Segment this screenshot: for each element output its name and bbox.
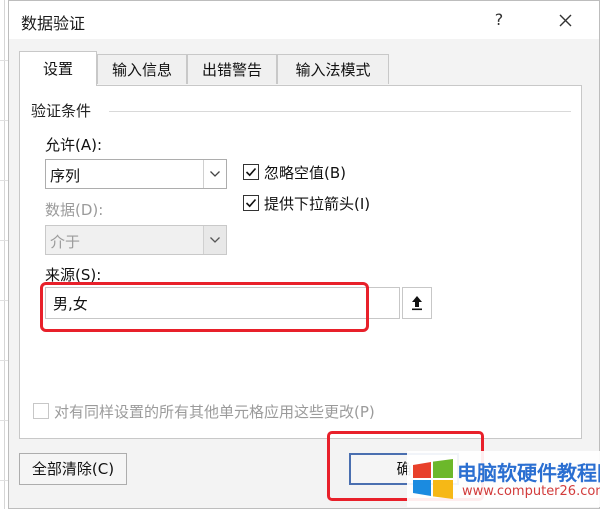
group-divider — [109, 111, 571, 112]
watermark-url: www.computer26.com — [462, 484, 600, 499]
checkbox-box[interactable] — [243, 195, 259, 211]
tab-ime-mode[interactable]: 输入法模式 — [277, 54, 389, 84]
apply-all-label: 对有同样设置的所有其他单元格应用这些更改(P) — [54, 403, 375, 421]
windows-logo-icon — [413, 459, 453, 499]
help-button[interactable]: ? — [484, 6, 514, 34]
help-icon: ? — [494, 10, 504, 29]
data-value: 介于 — [50, 233, 81, 251]
allow-value: 序列 — [50, 167, 81, 185]
allow-dropdown[interactable]: 序列 — [45, 159, 227, 189]
chevron-down-icon — [210, 237, 220, 243]
tab-label: 输入信息 — [111, 61, 172, 79]
tab-error-alert[interactable]: 出错警告 — [187, 54, 277, 84]
title-bar: 数据验证 ? — [9, 1, 599, 39]
source-value: 男,女 — [53, 295, 88, 313]
data-dropdown: 介于 — [45, 225, 227, 255]
source-input[interactable]: 男,女 — [45, 287, 400, 319]
watermark-title: 电脑软硬件教程网 — [457, 461, 600, 485]
settings-panel — [19, 85, 582, 439]
checkbox-box[interactable] — [243, 164, 259, 180]
collapse-arrow-icon — [412, 296, 422, 311]
data-label: 数据(D): — [45, 201, 104, 219]
close-icon — [559, 14, 572, 27]
tab-label: 设置 — [42, 60, 73, 78]
close-button[interactable] — [547, 6, 583, 34]
tab-settings[interactable]: 设置 — [19, 51, 97, 86]
collapse-dialog-button[interactable] — [402, 287, 432, 319]
allow-label: 允许(A): — [45, 136, 103, 154]
tab-label: 出错警告 — [201, 61, 262, 79]
clear-all-button[interactable]: 全部清除(C) — [19, 453, 127, 485]
validation-criteria-heading: 验证条件 — [31, 100, 98, 121]
ignore-blank-label: 忽略空值(B) — [264, 164, 346, 182]
checkmark-icon — [245, 198, 257, 208]
chevron-down-icon — [210, 171, 220, 177]
tab-label: 输入法模式 — [295, 61, 371, 79]
allow-dropdown-arrow[interactable] — [203, 160, 226, 188]
checkbox-box — [33, 403, 49, 419]
watermark: 电脑软硬件教程网 www.computer26.com — [407, 451, 600, 507]
source-label: 来源(S): — [45, 266, 102, 284]
data-dropdown-arrow — [203, 226, 226, 254]
data-validation-dialog: 数据验证 ? 设置 输入信息 出错警告 输入法模式 验证条件 允许(A): 序列 — [8, 0, 600, 509]
tab-input-message[interactable]: 输入信息 — [97, 54, 187, 84]
checkmark-icon — [245, 167, 257, 177]
dialog-title: 数据验证 — [21, 14, 86, 33]
in-cell-dropdown-label: 提供下拉箭头(I) — [264, 195, 371, 213]
